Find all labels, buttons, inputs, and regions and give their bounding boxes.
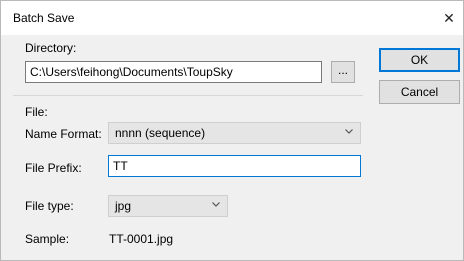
title-bar: Batch Save ✕ (1, 1, 463, 35)
chevron-down-icon (345, 129, 353, 134)
cancel-button[interactable]: Cancel (379, 80, 460, 104)
file-type-value: jpg (115, 199, 132, 213)
batch-save-dialog: Batch Save ✕ Directory: C:\Users\feihong… (0, 0, 464, 261)
sample-label: Sample: (25, 232, 70, 246)
chevron-down-icon (212, 202, 220, 207)
name-format-label: Name Format: (25, 127, 102, 141)
file-type-select[interactable]: jpg (108, 195, 228, 217)
name-format-value: nnnn (sequence) (115, 126, 206, 140)
file-prefix-label: File Prefix: (25, 161, 82, 175)
directory-label: Directory: (25, 41, 77, 55)
browse-button[interactable]: ... (331, 61, 355, 83)
separator (13, 95, 363, 96)
directory-field[interactable]: C:\Users\feihong\Documents\ToupSky (25, 61, 322, 83)
dialog-body: Directory: C:\Users\feihong\Documents\To… (1, 35, 463, 260)
ok-button[interactable]: OK (379, 48, 460, 72)
close-icon[interactable]: ✕ (441, 10, 457, 26)
file-type-label: File type: (25, 199, 74, 213)
name-format-select[interactable]: nnnn (sequence) (108, 122, 361, 144)
file-prefix-field[interactable]: TT (108, 155, 361, 177)
file-section-label: File: (25, 105, 48, 119)
sample-value: TT-0001.jpg (109, 232, 174, 246)
dialog-title: Batch Save (13, 11, 75, 25)
